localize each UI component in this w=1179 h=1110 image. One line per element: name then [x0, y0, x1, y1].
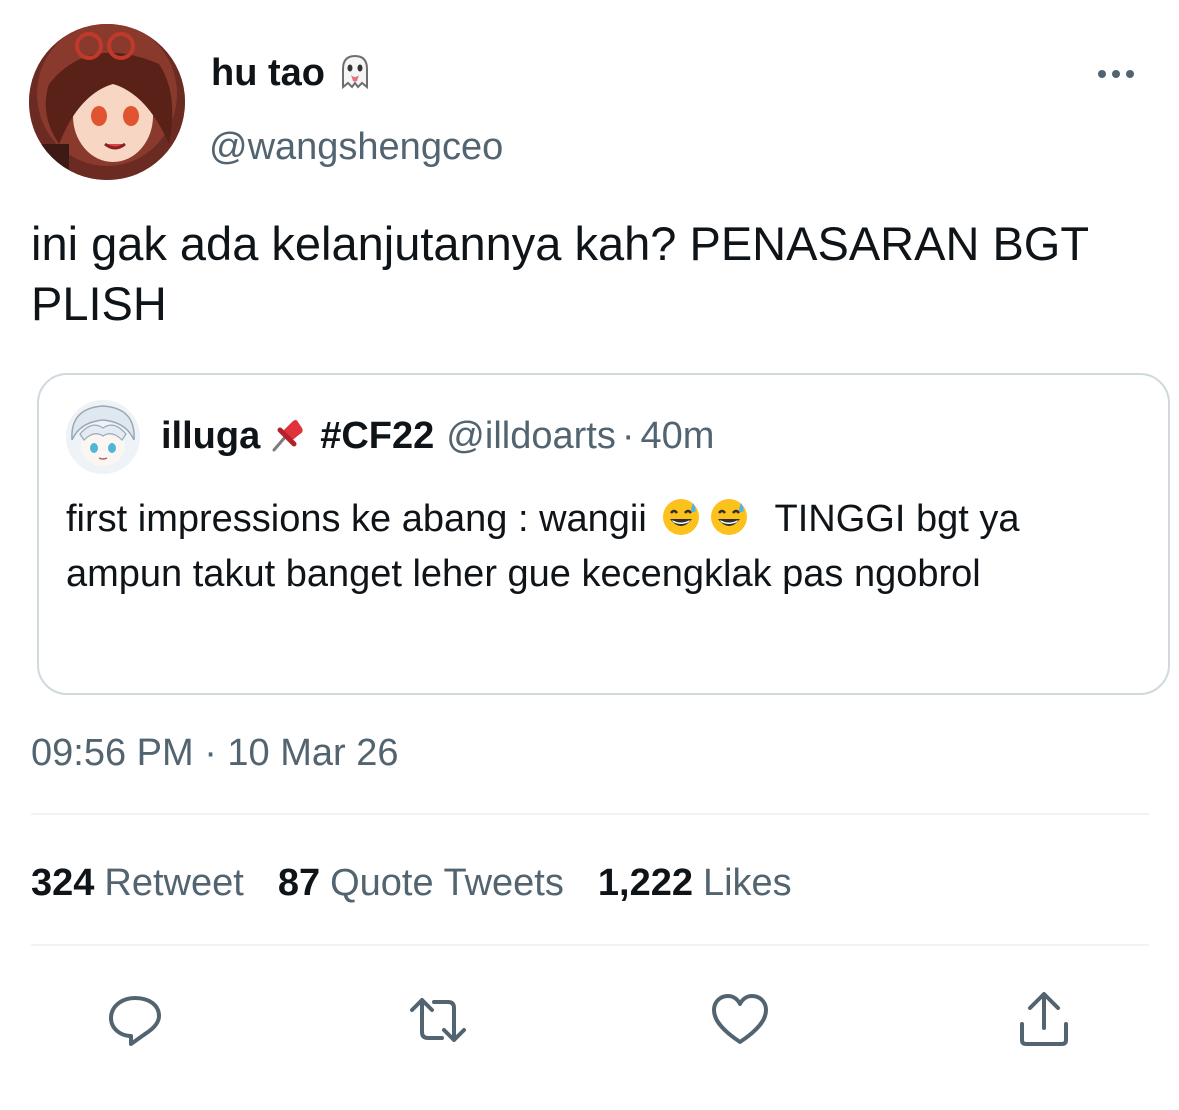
stat-quote-tweets-count: 87: [277, 862, 321, 904]
author-name-text: hu tao: [211, 52, 325, 94]
more-options-icon[interactable]: [1096, 62, 1136, 86]
stat-quote-tweets[interactable]: 87 Quote Tweets: [278, 860, 564, 906]
pushpin-icon: [272, 420, 303, 452]
heart-icon: [712, 994, 768, 1044]
share-icon: [1020, 992, 1068, 1046]
author-name[interactable]: hu tao: [211, 50, 375, 96]
quote-header: illuga #CF22 @illdoarts · 40m: [161, 413, 714, 459]
author-avatar[interactable]: [29, 24, 185, 180]
quote-time: 40m: [640, 415, 715, 457]
quote-avatar[interactable]: [66, 400, 140, 474]
quote-author-handle[interactable]: @illdoarts: [446, 415, 616, 457]
quote-avatar-image: [66, 400, 140, 474]
avatar-image: [29, 24, 185, 180]
tweet-text: ini gak ada kelanjutannya kah? PENASARAN…: [31, 217, 1089, 330]
engagement-stats: 324 Retweet 87 Quote Tweets 1,222 Likes: [31, 860, 826, 906]
ghost-icon: [341, 54, 368, 90]
reply-button[interactable]: [105, 990, 165, 1050]
quote-author-name[interactable]: illuga: [161, 415, 260, 457]
divider: [31, 813, 1149, 815]
stat-likes-label: Likes: [702, 862, 792, 904]
reply-icon: [109, 996, 161, 1046]
stat-retweets-label: Retweet: [104, 862, 244, 904]
share-button[interactable]: [1014, 990, 1074, 1050]
quote-hashtag[interactable]: #CF22: [320, 415, 434, 457]
stat-likes-count: 1,222: [597, 862, 693, 904]
stat-retweets[interactable]: 324 Retweet: [31, 860, 244, 906]
tweet-timestamp[interactable]: 09:56 PM · 10 Mar 26: [31, 730, 399, 776]
quoted-tweet[interactable]: illuga #CF22 @illdoarts · 40m first impress…: [37, 373, 1170, 695]
retweet-icon: [410, 998, 466, 1042]
stat-retweets-count: 324: [31, 862, 95, 904]
divider: [31, 944, 1149, 946]
quote-text-part-1: first impressions ke abang : wangii: [66, 498, 647, 540]
retweet-button[interactable]: [408, 990, 468, 1050]
stat-quote-tweets-label: Quote Tweets: [330, 862, 564, 904]
grinning-sweat-emoji-icon: [711, 499, 748, 535]
author-handle[interactable]: @wangshengceo: [209, 124, 503, 170]
quote-text: first impressions ke abang : wangii TING…: [66, 492, 1126, 602]
like-button[interactable]: [710, 990, 770, 1050]
tweet: hu tao @wangshengceo ini gak ada kelanju…: [0, 0, 1179, 1110]
grinning-sweat-emoji-icon: [663, 499, 700, 535]
stat-likes[interactable]: 1,222 Likes: [598, 860, 792, 906]
quote-separator: ·: [621, 415, 635, 457]
